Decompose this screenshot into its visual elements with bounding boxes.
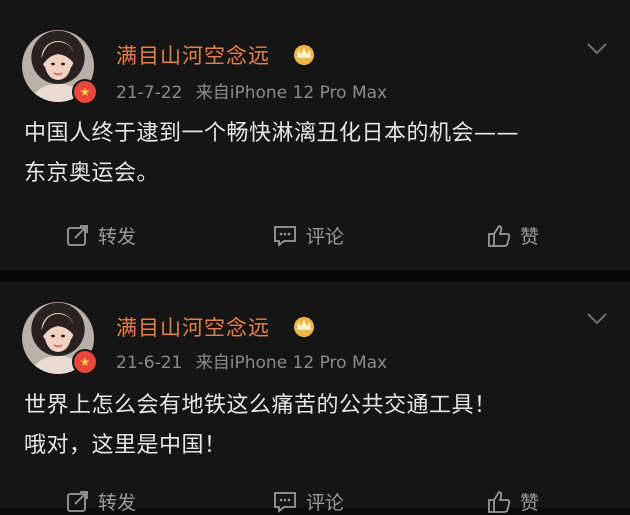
comment-button[interactable]: 评论 [272, 222, 344, 249]
post-text: 世界上怎么会有地铁这么痛苦的公共交通工具！ 哦对，这里是中国！ [24, 386, 614, 466]
post-date: 21-6-21 [116, 353, 183, 373]
crown-icon [294, 45, 314, 65]
post-text-line: 世界上怎么会有地铁这么痛苦的公共交通工具！ [24, 393, 497, 418]
post-card[interactable]: ★ 满目山河空念远 21-7-22 来自iPhone 12 Pro Max 中国… [0, 0, 630, 270]
repost-label: 转发 [98, 226, 137, 248]
like-icon [488, 490, 511, 513]
comment-label: 评论 [306, 226, 345, 248]
verified-badge-icon: ★ [72, 79, 98, 105]
post-text-line: 哦对，这里是中国！ [24, 433, 227, 458]
verified-badge-icon: ★ [72, 349, 98, 375]
chevron-down-icon[interactable] [586, 312, 608, 326]
post-source: 来自iPhone 12 Pro Max [195, 83, 388, 103]
post-meta: 21-7-22 来自iPhone 12 Pro Max [116, 78, 387, 103]
crown-icon [294, 317, 314, 337]
post-source: 来自iPhone 12 Pro Max [195, 353, 388, 373]
like-label: 赞 [520, 226, 540, 248]
like-icon [488, 224, 511, 247]
post-separator [0, 270, 630, 282]
post-date: 21-7-22 [116, 83, 183, 103]
repost-icon [67, 224, 88, 246]
post-text-line: 东京奥运会。 [24, 161, 160, 186]
repost-button[interactable]: 转发 [66, 488, 136, 515]
post-text: 中国人终于逮到一个畅快淋漓丑化日本的机会—— 东京奥运会。 [24, 114, 614, 194]
repost-button[interactable]: 转发 [66, 222, 136, 249]
chevron-down-icon[interactable] [586, 42, 608, 56]
post-meta: 21-6-21 来自iPhone 12 Pro Max [116, 348, 387, 373]
repost-label: 转发 [98, 492, 137, 514]
comment-icon [274, 491, 296, 513]
comment-label: 评论 [306, 492, 345, 514]
post-card[interactable]: ★ 满目山河空念远 21-6-21 来自iPhone 12 Pro Max 世界… [0, 282, 630, 514]
like-button[interactable]: 赞 [486, 222, 539, 249]
comment-icon [274, 225, 296, 247]
like-button[interactable]: 赞 [486, 488, 539, 515]
like-label: 赞 [520, 492, 540, 514]
username[interactable]: 满目山河空念远 [116, 40, 270, 70]
post-text-line: 中国人终于逮到一个畅快淋漓丑化日本的机会—— [24, 121, 520, 146]
repost-icon [67, 490, 88, 512]
username[interactable]: 满目山河空念远 [116, 312, 270, 342]
comment-button[interactable]: 评论 [272, 488, 344, 515]
